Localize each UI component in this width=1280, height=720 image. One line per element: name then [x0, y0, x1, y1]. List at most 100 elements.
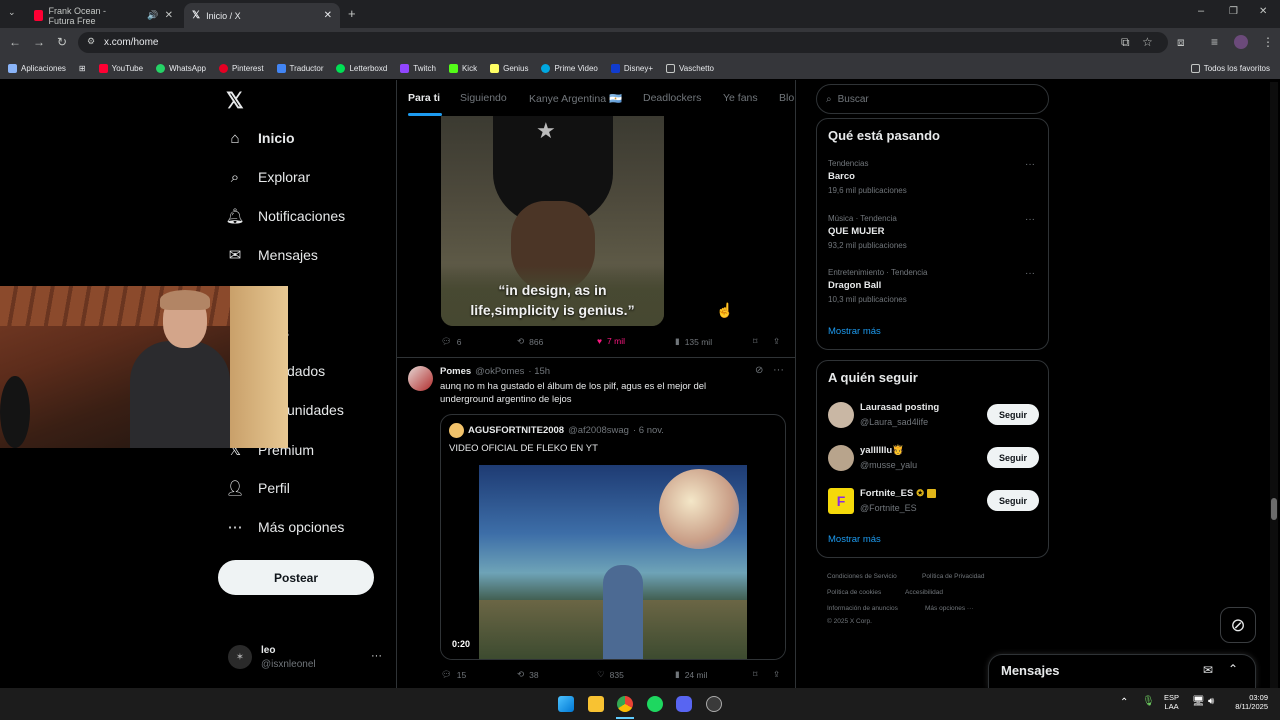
video-container[interactable]: 0:20 [441, 465, 785, 659]
bookmark-prime-video[interactable]: Prime Video [541, 63, 598, 73]
reload-icon[interactable]: ↻ [57, 35, 67, 49]
extensions-icon[interactable]: ⧈ [1177, 35, 1185, 50]
close-tab-icon[interactable]: ✕ [324, 10, 332, 21]
profile-avatar[interactable] [1234, 35, 1248, 49]
windows-start-icon[interactable] [558, 696, 574, 712]
follow-avatar[interactable] [828, 445, 854, 471]
language-indicator[interactable]: ESP LAA [1164, 693, 1179, 711]
bookmark-pinterest[interactable]: Pinterest [218, 63, 264, 73]
mic-icon[interactable]: 🎙︎ [1142, 696, 1155, 707]
scrollbar-thumb[interactable] [1271, 498, 1277, 520]
bookmark-genius[interactable]: Genius [490, 63, 528, 73]
bookmark-icon[interactable]: ⌑ [753, 669, 757, 680]
post-button[interactable]: Postear [218, 560, 374, 595]
footer-link[interactable]: Política de cookies [827, 589, 881, 596]
tweet-author-name[interactable]: Pomes [440, 366, 471, 377]
account-name[interactable]: leo [261, 645, 275, 656]
sidebar-item-explorar[interactable]: ⌕ Explorar [226, 168, 310, 186]
bookmark-traductor[interactable]: Traductor [276, 63, 323, 73]
fortnite-avatar[interactable]: F [828, 488, 854, 514]
bookmark-icon[interactable]: ⌑ [753, 336, 757, 347]
follow-name[interactable]: Laurasad posting [860, 402, 939, 413]
views-button[interactable]: ▮ 24 mil [675, 669, 707, 680]
expand-chevrons-icon[interactable]: ⌃ [1228, 662, 1238, 676]
follow-button[interactable]: Seguir [987, 404, 1039, 425]
footer-link[interactable]: Información de anuncios [827, 605, 898, 612]
bookmark-youtube[interactable]: YouTube [98, 63, 143, 73]
follow-button[interactable]: Seguir [987, 490, 1039, 511]
close-tab-icon[interactable]: ✕ [165, 10, 173, 21]
follow-name[interactable]: yallllllu🫅 [860, 445, 904, 456]
bookmark-grid[interactable]: ⊞ [79, 64, 86, 73]
site-info-icon[interactable]: ⚙ [87, 36, 95, 47]
tweet-time[interactable]: · 15h [528, 366, 550, 377]
tweet-image[interactable]: ★ “in design, as in life,simplicity is g… [441, 116, 664, 326]
tab-ye-fans[interactable]: Ye fans [723, 92, 758, 104]
media-control-icon[interactable]: ≡ [1211, 35, 1218, 49]
back-icon[interactable]: ← [9, 35, 21, 49]
volume-icon[interactable]: 🔊︎ [1208, 696, 1214, 707]
sidebar-item-inicio[interactable]: ⌂ Inicio [226, 129, 294, 147]
tab-inicio-x[interactable]: 𝕏 Inicio / X ✕ [184, 3, 340, 28]
tweet-more-icon[interactable]: ··· [773, 364, 784, 376]
bookmark-star-icon[interactable]: ☆ [1142, 35, 1153, 49]
bookmark-kick[interactable]: Kick [448, 63, 477, 73]
tab-partial[interactable]: Blo [779, 92, 794, 104]
grok-floating-button[interactable]: ⊘ [1220, 607, 1256, 643]
network-icon[interactable]: 🖥︎ [1192, 696, 1205, 707]
follow-name-row[interactable]: Fortnite_ES ✪ [860, 488, 936, 499]
follow-button[interactable]: Seguir [987, 447, 1039, 468]
sidebar-item-mas-opciones[interactable]: ⋯ Más opciones [226, 518, 345, 536]
forward-icon[interactable]: → [33, 35, 45, 49]
bookmark-disney[interactable]: Disney+ [610, 63, 653, 73]
account-more-icon[interactable]: ··· [371, 650, 382, 662]
follow-show-more[interactable]: Mostrar más [828, 534, 881, 545]
follow-avatar[interactable] [828, 402, 854, 428]
views-button[interactable]: ▮ 135 mil [675, 336, 712, 347]
sidebar-item-mensajes[interactable]: ✉ Mensajes [226, 246, 318, 264]
share-icon[interactable]: ⇪ [773, 669, 780, 680]
chrome-icon[interactable] [617, 696, 633, 712]
minimize-icon[interactable]: – [1198, 5, 1204, 17]
close-window-icon[interactable]: ✕ [1259, 6, 1267, 17]
tweet-avatar[interactable] [408, 366, 433, 391]
trend-more-icon[interactable]: ··· [1025, 268, 1035, 279]
reply-button[interactable]: 💬︎ 6 [441, 336, 462, 347]
grok-icon[interactable]: ⊘ [755, 365, 763, 376]
new-message-icon[interactable]: ✉ [1203, 663, 1213, 677]
spotify-icon[interactable] [647, 696, 663, 712]
trends-show-more[interactable]: Mostrar más [828, 326, 881, 337]
bookmark-whatsapp[interactable]: WhatsApp [156, 63, 206, 73]
speaker-icon[interactable]: 🔊 [147, 10, 158, 21]
x-logo-icon[interactable]: 𝕏 [226, 88, 244, 114]
messages-drawer[interactable]: Mensajes ✉ ⌃ [988, 654, 1256, 688]
clock[interactable]: 03:09 8/11/2025 [1226, 693, 1268, 711]
sidebar-item-notificaciones[interactable]: 🔔︎ Notificaciones [225, 207, 345, 225]
discord-icon[interactable] [676, 696, 692, 712]
tab-siguiendo[interactable]: Siguiendo [460, 92, 507, 104]
footer-link[interactable]: Accesibilidad [905, 589, 943, 596]
sidebar-item-partial-3[interactable]: unidades [287, 402, 344, 418]
tweet-author-handle[interactable]: @okPomes [475, 366, 524, 377]
account-avatar[interactable]: ✶ [228, 645, 252, 669]
sidebar-item-partial-2[interactable]: dados [287, 363, 325, 379]
reply-button[interactable]: 💬︎ 15 [441, 669, 466, 680]
bookmark-letterboxd[interactable]: Letterboxd [336, 63, 387, 73]
tab-deadlockers[interactable]: Deadlockers [643, 92, 701, 104]
file-explorer-icon[interactable] [588, 696, 604, 712]
trend-item[interactable]: Entretenimiento · Tendencia Dragon Ball … [828, 268, 927, 304]
trend-more-icon[interactable]: ··· [1025, 214, 1035, 225]
trend-item[interactable]: Música · Tendencia QUE MUJER 93,2 mil pu… [828, 214, 907, 250]
footer-link[interactable]: Más opciones ··· [925, 605, 973, 612]
sidebar-item-perfil[interactable]: 👤︎ Perfil [225, 479, 289, 497]
trend-item[interactable]: Tendencias Barco 19,6 mil publicaciones [828, 159, 907, 195]
page-scrollbar[interactable] [1270, 82, 1278, 688]
bookmark-vaschetto[interactable]: Vaschetto [666, 63, 714, 73]
footer-link[interactable]: Condiciones de Servicio [827, 573, 897, 580]
tab-frank-ocean[interactable]: Frank Ocean - Futura Free 🔊 ✕ [26, 3, 181, 28]
steam-icon[interactable] [706, 696, 722, 712]
url-field[interactable]: ⚙ x.com/home [78, 32, 1168, 53]
bookmark-all-favorites[interactable]: Todos los favoritos [1190, 63, 1270, 73]
quoted-tweet[interactable]: AGUSFORTNITE2008 @af2008swag · 6 nov. VI… [440, 414, 786, 660]
bookmark-twitch[interactable]: Twitch [400, 63, 436, 73]
